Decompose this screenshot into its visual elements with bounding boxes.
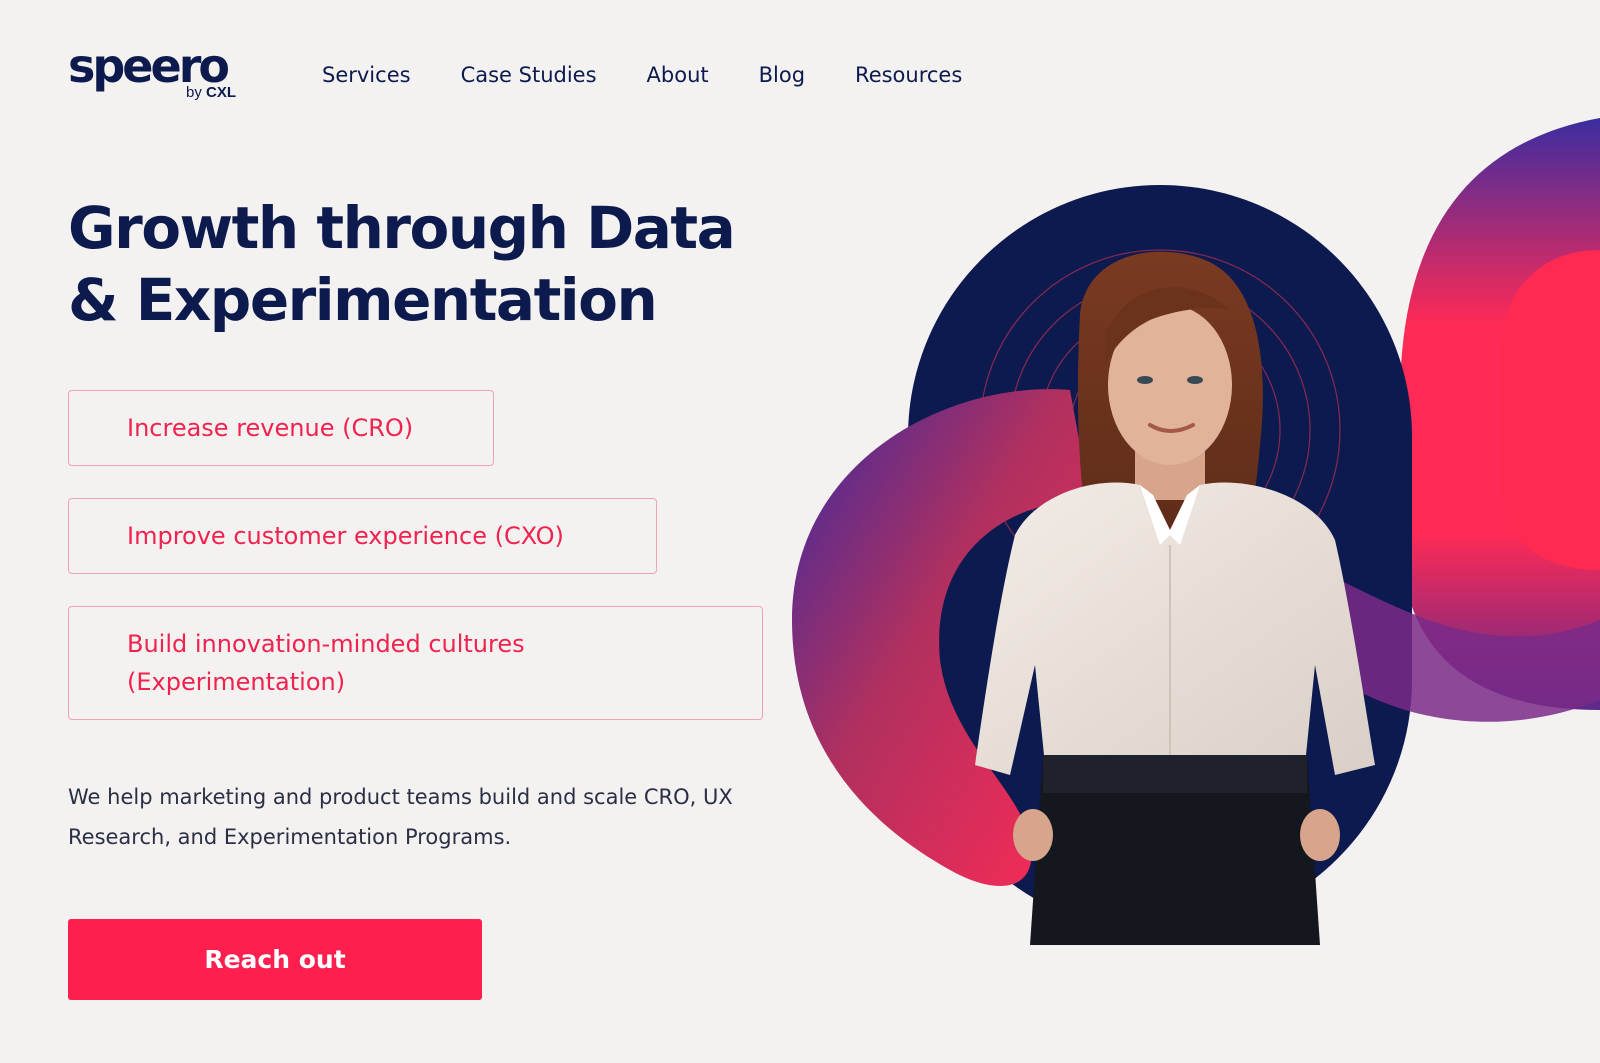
headline-line-1: Growth through Data: [68, 194, 736, 262]
logo-byline-prefix: by: [185, 84, 202, 101]
nav-blog[interactable]: Blog: [759, 60, 805, 90]
pill-cxo[interactable]: Improve customer experience (CXO): [68, 498, 657, 574]
main-nav: Services Case Studies About Blog Resourc…: [322, 60, 1012, 90]
pill-cro[interactable]: Increase revenue (CRO): [68, 390, 494, 466]
hero-headline: Growth through Data & Experimentation: [68, 192, 788, 336]
logo-byline-brand: CXL: [206, 84, 236, 101]
nav-resources[interactable]: Resources: [855, 60, 962, 90]
reach-out-button[interactable]: Reach out: [68, 919, 482, 1000]
nav-case-studies[interactable]: Case Studies: [461, 60, 597, 90]
pill-experimentation[interactable]: Build innovation-minded cultures (Experi…: [68, 606, 763, 720]
hero-description: We help marketing and product teams buil…: [68, 785, 733, 849]
logo-byline: by CXL: [186, 84, 236, 101]
nav-about[interactable]: About: [647, 60, 709, 90]
pill-cxo-label: Improve customer experience (CXO): [127, 522, 564, 550]
team-member-photo: [975, 251, 1375, 945]
pill-cro-label: Increase revenue (CRO): [127, 414, 414, 442]
nav-services[interactable]: Services: [322, 60, 411, 90]
headline-line-2: & Experimentation: [68, 266, 658, 334]
pill-experimentation-label: Build innovation-minded cultures (Experi…: [127, 630, 525, 696]
speero-logo[interactable]: speero by CXL: [68, 38, 240, 104]
